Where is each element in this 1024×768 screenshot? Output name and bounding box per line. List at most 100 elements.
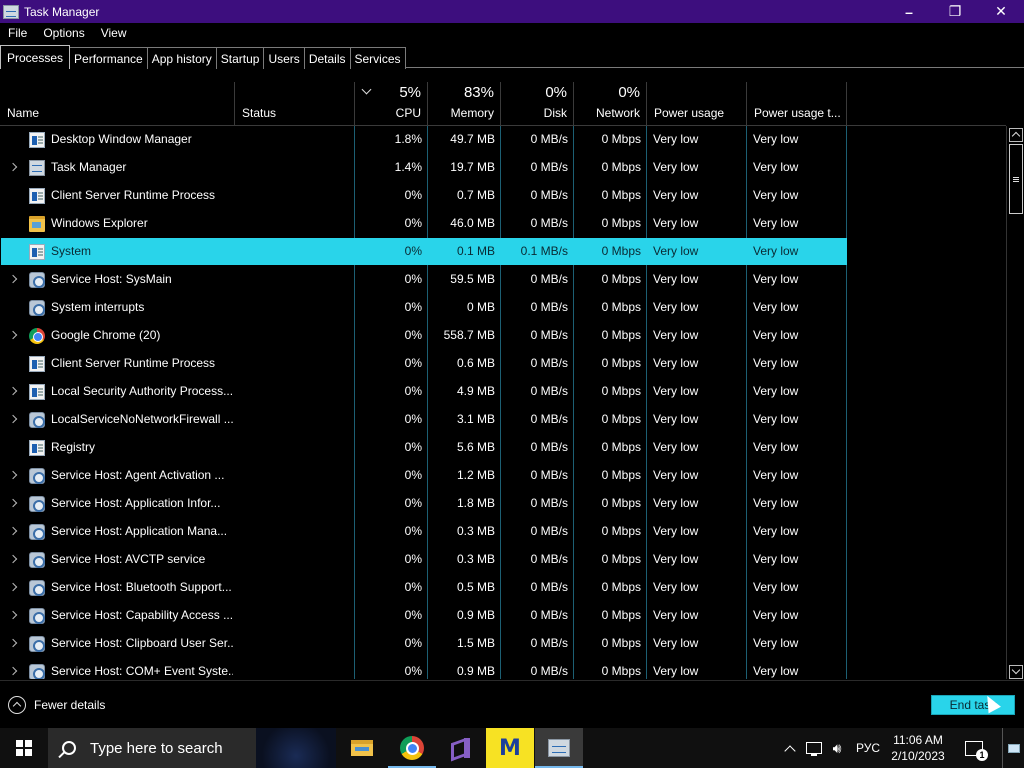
process-row[interactable]: System interrupts 0% 0 MB 0 MB/s 0 Mbps Very … [0,294,1006,322]
cell-power-trend: Very low [753,524,799,538]
cell-network: 0 Mbps [601,356,641,370]
expand-chevron-icon[interactable] [8,414,18,424]
process-row[interactable]: Registry 0% 5.6 MB 0 MB/s 0 Mbps Very low Very… [0,434,1006,462]
cell-memory: 558.7 MB [443,328,495,342]
cell-cpu: 0% [404,272,422,286]
volume-tray[interactable]: 🔊︎ [826,728,848,768]
gear-icon [29,300,45,316]
tab-details[interactable]: Details [303,47,351,69]
cell-power: Very low [653,132,699,146]
process-row[interactable]: Client Server Runtime Process 0% 0.7 MB 0 M… [0,182,1006,210]
expand-chevron-icon[interactable] [8,470,18,480]
column-header-memory[interactable]: 83% Memory [428,82,501,126]
fewer-details-button[interactable]: Fewer details [8,696,105,714]
tab-services[interactable]: Services [349,47,406,69]
cell-power-trend: Very low [753,356,799,370]
process-row[interactable]: Service Host: Application Mana... 0% 0.3 M… [0,518,1006,546]
expand-chevron-icon[interactable] [8,498,18,508]
start-button[interactable] [0,728,48,768]
process-row[interactable]: Google Chrome (20) 0% 558.7 MB 0 MB/s 0 Mbps… [0,322,1006,350]
column-header-cpu[interactable]: 5% CPU [355,82,428,126]
cell-disk: 0 MB/s [530,328,568,342]
close-button[interactable]: ✕ [978,0,1024,23]
process-row[interactable]: Service Host: Agent Activation ... 0% 1.2 … [0,462,1006,490]
cell-memory: 1.5 MB [456,636,495,650]
title-bar: Task Manager – ❐ ✕ [0,0,1024,23]
cell-name: Desktop Window Manager [51,132,192,146]
tab-users[interactable]: Users [263,47,305,69]
column-header-status[interactable]: Status [235,82,355,126]
process-row[interactable]: Client Server Runtime Process 0% 0.6 MB 0 M… [0,350,1006,378]
menu-options[interactable]: Options [35,26,92,40]
cell-name: System interrupts [51,300,145,314]
process-row[interactable]: Service Host: Clipboard User Ser... 0% 1.5… [0,630,1006,658]
expand-chevron-icon[interactable] [8,162,18,172]
network-tray[interactable] [803,728,825,768]
tab-performance[interactable]: Performance [69,47,148,69]
process-row[interactable]: Local Security Authority Process... 0% 4.9… [0,378,1006,406]
cell-power-trend: Very low [753,636,799,650]
expand-chevron-icon[interactable] [8,526,18,536]
cell-power: Very low [653,496,699,510]
taskbar-chrome[interactable] [388,728,436,768]
column-header-disk[interactable]: 0% Disk [501,82,574,126]
minimize-button[interactable]: – [886,0,932,23]
process-row[interactable]: LocalServiceNoNetworkFirewall ... 0% 3.1 M… [0,406,1006,434]
taskbar-visual-studio[interactable] [436,728,484,768]
expand-chevron-icon[interactable] [8,610,18,620]
expand-chevron-icon[interactable] [8,666,18,676]
cell-disk: 0 MB/s [530,636,568,650]
cell-memory: 0.9 MB [456,664,495,678]
scroll-down-button[interactable] [1009,665,1023,679]
expand-chevron-icon[interactable] [8,330,18,340]
cell-disk: 0 MB/s [530,160,568,174]
clock[interactable]: 11:06 AM 2/10/2023 [886,728,950,768]
process-row[interactable]: Windows Explorer 0% 46.0 MB 0 MB/s 0 Mbps Ver… [0,210,1006,238]
process-row[interactable]: Service Host: Capability Access ... 0% 0.9… [0,602,1006,630]
chrome-icon [400,736,424,760]
process-row[interactable]: System 0% 0.1 MB 0.1 MB/s 0 Mbps Very low Very… [0,238,1006,266]
expand-chevron-icon[interactable] [8,274,18,284]
show-desktop-button[interactable] [1002,728,1024,768]
file-explorer-icon [351,740,373,756]
column-power-label: Power usage [654,106,725,120]
process-row[interactable]: Desktop Window Manager 1.8% 49.7 MB 0 MB/s 0… [0,126,1006,154]
tab-startup[interactable]: Startup [215,47,265,69]
vertical-scrollbar[interactable] [1006,126,1024,679]
scroll-thumb[interactable] [1009,144,1023,214]
expand-chevron-icon[interactable] [8,582,18,592]
cell-cpu: 0% [404,440,422,454]
action-center-button[interactable]: 1 [954,728,994,768]
window-icon [29,132,45,148]
language-indicator[interactable]: РУС [852,728,884,768]
taskbar-malwarebytes[interactable]: M [486,728,534,768]
column-header-name[interactable]: Name [0,82,235,126]
maximize-button[interactable]: ❐ [932,0,978,23]
column-header-power-usage-trend[interactable]: Power usage t... [747,82,847,126]
taskbar-task-manager[interactable] [535,728,583,768]
process-row[interactable]: Task Manager 1.4% 19.7 MB 0 MB/s 0 Mbps Very … [0,154,1006,182]
end-task-button[interactable]: End task [931,695,1015,715]
process-row[interactable]: Service Host: Application Infor... 0% 1.8 … [0,490,1006,518]
column-header-power-usage[interactable]: Power usage [647,82,747,126]
process-row[interactable]: Service Host: SysMain 0% 59.5 MB 0 MB/s 0 Mb… [0,266,1006,294]
process-row[interactable]: Service Host: AVCTP service 0% 0.3 MB 0 MB/… [0,546,1006,574]
expand-chevron-icon[interactable] [8,386,18,396]
process-row[interactable]: Service Host: Bluetooth Support... 0% 0.5 … [0,574,1006,602]
expand-chevron-icon[interactable] [8,638,18,648]
scroll-up-button[interactable] [1009,128,1023,142]
expand-chevron-icon[interactable] [8,554,18,564]
taskbar-file-explorer[interactable] [338,728,386,768]
cell-power: Very low [653,580,699,594]
cell-power-trend: Very low [753,580,799,594]
taskbar-search-box[interactable]: Type here to search [48,728,336,768]
column-header-network[interactable]: 0% Network [574,82,647,126]
cell-memory: 0.1 MB [456,244,495,258]
process-row[interactable]: Service Host: COM+ Event Syste... 0% 0.9 M… [0,658,1006,679]
tab-app-history[interactable]: App history [146,47,217,69]
menu-view[interactable]: View [93,26,135,40]
show-hidden-icons-button[interactable] [778,728,802,768]
cell-memory: 59.5 MB [450,272,495,286]
tab-processes[interactable]: Processes [0,45,71,69]
menu-file[interactable]: File [0,26,35,40]
